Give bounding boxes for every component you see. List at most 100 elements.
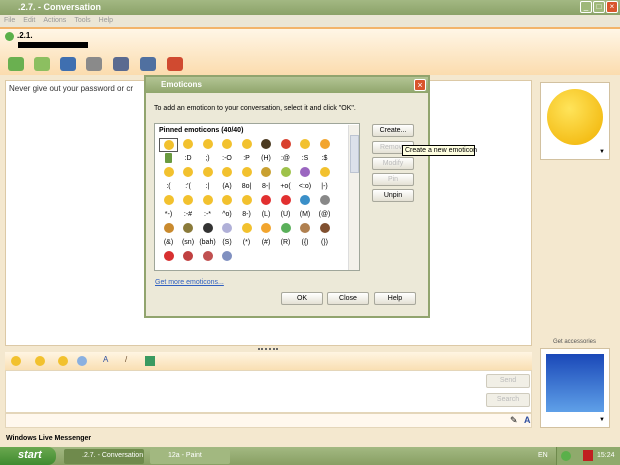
- emoticon-item[interactable]: [276, 138, 295, 152]
- invite-icon[interactable]: [8, 57, 24, 71]
- activities-icon[interactable]: [113, 57, 129, 71]
- emoticon-item[interactable]: [276, 194, 295, 208]
- emoticon-item[interactable]: [276, 222, 295, 236]
- handwriting-icon[interactable]: /: [125, 355, 127, 364]
- modify-button[interactable]: Modify: [372, 157, 414, 170]
- emoticon-item[interactable]: [315, 166, 334, 180]
- text-icon[interactable]: A: [524, 415, 531, 425]
- send-button[interactable]: Send: [486, 374, 530, 388]
- chevron-down-icon[interactable]: ▼: [599, 417, 605, 423]
- menu-help[interactable]: Help: [99, 17, 113, 25]
- emoticon-item[interactable]: [179, 138, 198, 152]
- menu-tools[interactable]: Tools: [74, 17, 90, 25]
- emoticon-item[interactable]: [237, 194, 256, 208]
- message-input[interactable]: [5, 370, 532, 413]
- get-more-emoticons-link[interactable]: Get more emoticons...: [155, 279, 224, 286]
- emoticon-item[interactable]: [257, 194, 276, 208]
- resize-handle[interactable]: [258, 348, 278, 350]
- emoticon-item[interactable]: [257, 166, 276, 180]
- emoticon-item[interactable]: [296, 166, 315, 180]
- my-avatar[interactable]: ▼: [540, 348, 610, 428]
- language-indicator[interactable]: EN: [538, 452, 548, 459]
- emoticon-item[interactable]: [218, 250, 237, 264]
- font-icon[interactable]: A: [103, 355, 108, 364]
- emoticon-item[interactable]: [159, 194, 178, 208]
- contact-status-icon: [5, 32, 14, 41]
- task-conversation[interactable]: .2.7. - Conversation: [64, 449, 144, 464]
- emoticon-item[interactable]: [218, 222, 237, 236]
- create-button[interactable]: Create...: [372, 124, 414, 137]
- menu-actions[interactable]: Actions: [43, 17, 66, 25]
- task-paint[interactable]: 12a - Paint: [150, 449, 230, 464]
- video-icon[interactable]: [60, 57, 76, 71]
- dialog-close-button[interactable]: ×: [414, 79, 426, 91]
- emoticon-item[interactable]: [296, 222, 315, 236]
- emoticon-item[interactable]: [296, 194, 315, 208]
- unpin-button[interactable]: Unpin: [372, 189, 414, 202]
- search-button[interactable]: Search: [486, 393, 530, 407]
- emoticon-item[interactable]: [179, 166, 198, 180]
- menu-file[interactable]: File: [4, 17, 15, 25]
- emoticon-icon: [319, 139, 330, 150]
- start-button[interactable]: start: [0, 447, 56, 465]
- scrollbar-thumb[interactable]: [350, 135, 359, 173]
- emoticon-item[interactable]: [159, 250, 178, 264]
- minimize-button[interactable]: _: [580, 1, 592, 13]
- pin-button[interactable]: Pin: [372, 173, 414, 186]
- pen-icon[interactable]: ✎: [510, 415, 518, 426]
- emoticon-item[interactable]: [198, 250, 217, 264]
- emoticon-item[interactable]: [179, 250, 198, 264]
- close-dialog-button[interactable]: Close: [327, 292, 369, 305]
- emoticon-icon: [280, 167, 291, 178]
- emoticon-icon: [163, 251, 174, 262]
- emoticon-icon: [300, 223, 310, 234]
- help-button[interactable]: Help: [374, 292, 416, 305]
- emoticon-shortcut: (L): [261, 211, 271, 218]
- antivirus-tray-icon[interactable]: [583, 450, 593, 461]
- emoticon-item[interactable]: [198, 194, 217, 208]
- emoticon-item[interactable]: [257, 222, 276, 236]
- emoticon-item[interactable]: [218, 166, 237, 180]
- emoticon-item[interactable]: [198, 222, 217, 236]
- emoticon-item[interactable]: [237, 166, 256, 180]
- chevron-down-icon[interactable]: ▼: [599, 149, 605, 155]
- call-icon[interactable]: [86, 57, 102, 71]
- emoticon-item[interactable]: [159, 138, 178, 152]
- emoticon-item[interactable]: [179, 222, 198, 236]
- emoticon-shortcut: 8-): [242, 211, 251, 218]
- send-files-icon[interactable]: [34, 57, 50, 71]
- voice-clip-icon[interactable]: [77, 356, 87, 366]
- emoticon-item[interactable]: [237, 222, 256, 236]
- emoticon-item[interactable]: [315, 194, 334, 208]
- menu-edit[interactable]: Edit: [23, 17, 35, 25]
- emoticon-item[interactable]: [315, 222, 334, 236]
- emoticon-icon: [222, 223, 232, 234]
- emoticon-menu-icon[interactable]: [11, 356, 21, 366]
- maximize-button[interactable]: □: [593, 1, 605, 13]
- scrollbar[interactable]: [348, 125, 359, 270]
- close-button[interactable]: ×: [606, 1, 618, 13]
- wink-menu-icon[interactable]: [35, 356, 45, 366]
- messenger-tray-icon[interactable]: [561, 451, 571, 461]
- emoticon-item[interactable]: [198, 166, 217, 180]
- emoticon-item[interactable]: [179, 194, 198, 208]
- emoticon-icon: [163, 140, 174, 151]
- block-icon[interactable]: [167, 57, 183, 71]
- background-icon[interactable]: [145, 356, 155, 366]
- emoticon-item[interactable]: [159, 166, 178, 180]
- emoticon-item[interactable]: [315, 138, 334, 152]
- emoticon-item[interactable]: [198, 138, 217, 152]
- emoticon-item[interactable]: [257, 138, 276, 152]
- nudge-icon[interactable]: [58, 356, 68, 366]
- ok-button[interactable]: OK: [281, 292, 323, 305]
- emoticon-item[interactable]: [276, 166, 295, 180]
- emoticon-item[interactable]: [218, 138, 237, 152]
- emoticon-shortcut: :'(: [185, 183, 191, 190]
- contact-avatar[interactable]: ▼: [540, 82, 610, 160]
- emoticon-item[interactable]: [237, 138, 256, 152]
- games-icon[interactable]: [140, 57, 156, 71]
- get-accessories-link[interactable]: Get accessories: [553, 339, 596, 345]
- emoticon-item[interactable]: [218, 194, 237, 208]
- emoticon-item[interactable]: [159, 222, 178, 236]
- emoticon-item[interactable]: [296, 138, 315, 152]
